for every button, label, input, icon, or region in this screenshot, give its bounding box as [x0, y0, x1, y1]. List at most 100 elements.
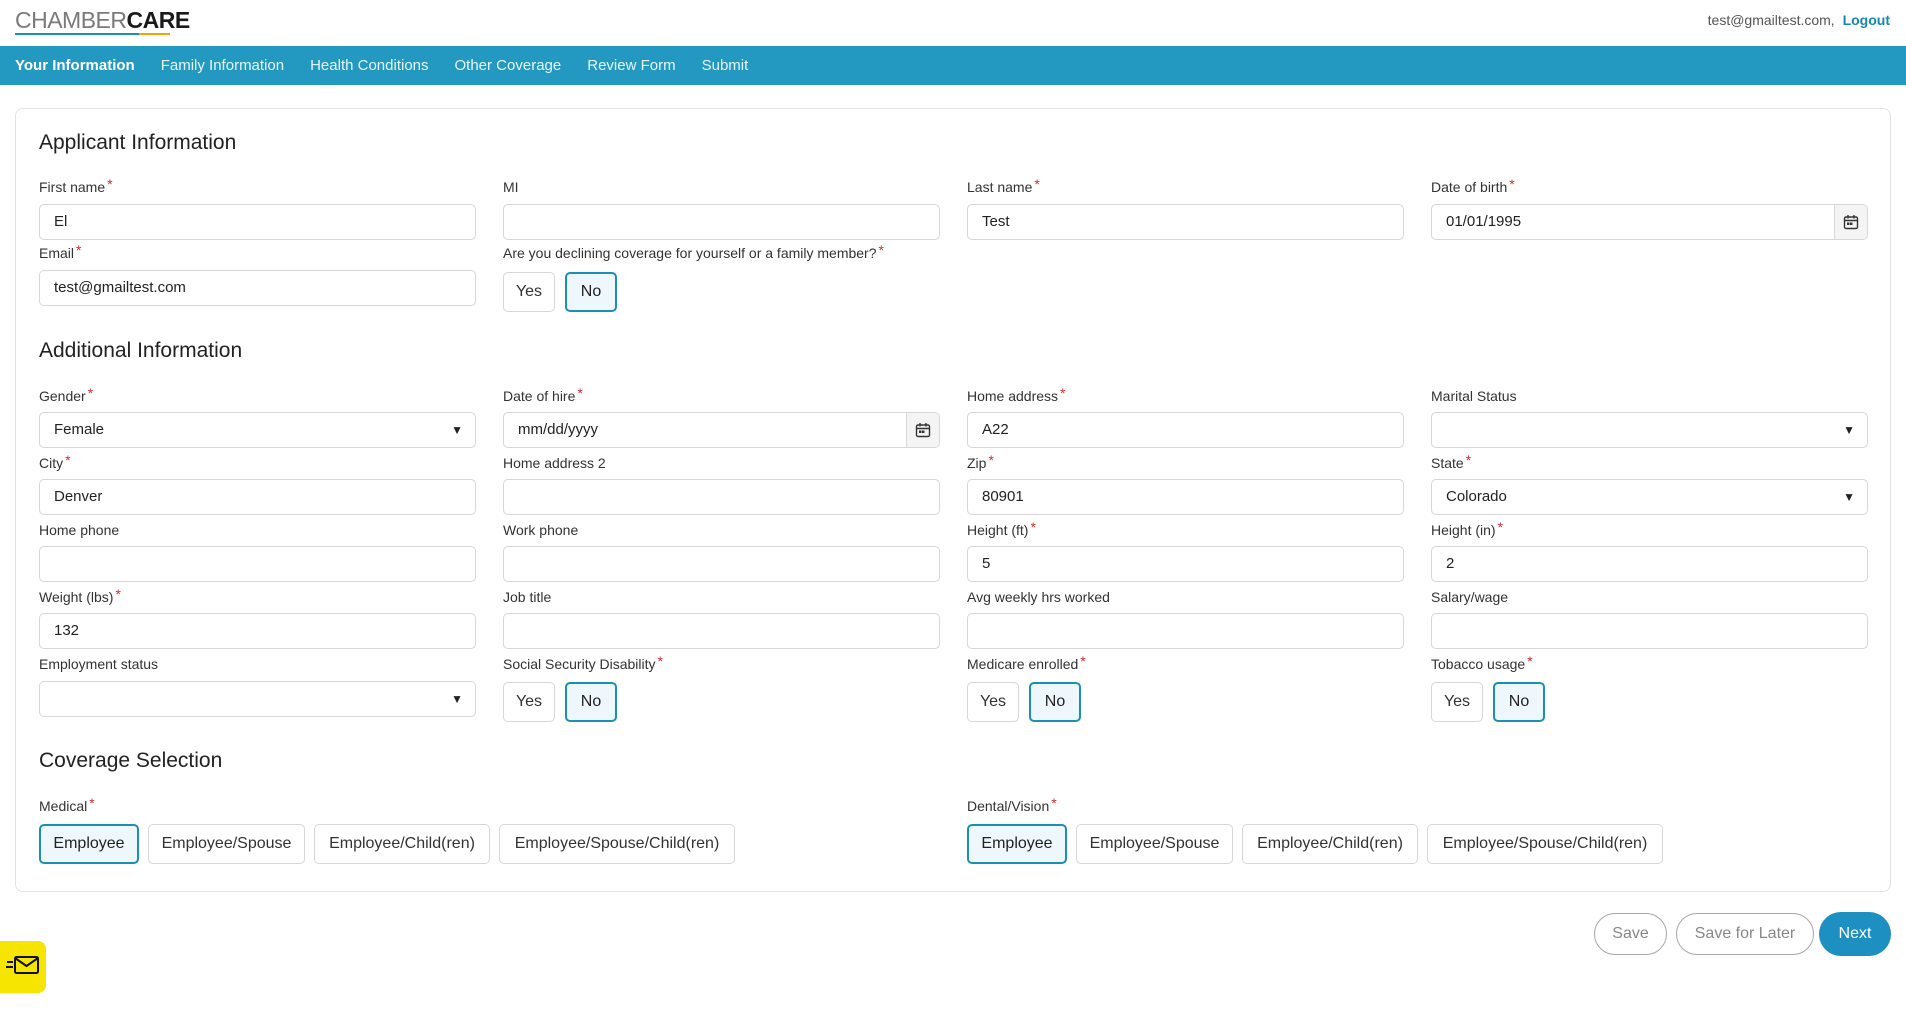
tobacco-no-button[interactable]: No: [1493, 682, 1545, 722]
salary-input[interactable]: [1431, 613, 1868, 649]
work-phone-label: Work phone: [503, 522, 579, 538]
required-mark: *: [115, 586, 121, 602]
required-mark: *: [657, 653, 663, 669]
date-of-hire-label-text: Date of hire: [503, 388, 576, 404]
tab-submit[interactable]: Submit: [702, 57, 749, 74]
height-ft-input[interactable]: 5: [967, 546, 1404, 582]
required-mark: *: [878, 242, 884, 258]
home-address-2-input[interactable]: [503, 479, 940, 515]
tab-family-information[interactable]: Family Information: [161, 57, 284, 74]
dental-option-employee-children[interactable]: Employee/Child(ren): [1242, 824, 1418, 864]
zip-label: Zip *: [967, 452, 994, 471]
date-of-hire-label: Date of hire *: [503, 385, 583, 404]
required-mark: *: [1497, 519, 1504, 535]
calendar-icon[interactable]: [906, 413, 939, 447]
state-label-text: State: [1431, 455, 1464, 471]
tab-other-coverage[interactable]: Other Coverage: [455, 57, 562, 74]
job-title-input[interactable]: [503, 613, 940, 649]
last-name-value: Test: [982, 213, 1010, 230]
marital-status-label: Marital Status: [1431, 388, 1517, 404]
weight-label-text: Weight (lbs): [39, 589, 114, 605]
employment-status-select[interactable]: ▼: [39, 681, 476, 717]
required-mark: *: [107, 176, 113, 192]
required-mark: *: [1051, 795, 1057, 811]
home-phone-input[interactable]: [39, 546, 476, 582]
date-of-hire-input[interactable]: mm/dd/yyyy: [503, 412, 940, 448]
required-mark: *: [87, 385, 94, 401]
home-address-value: A22: [982, 421, 1009, 438]
city-input[interactable]: Denver: [39, 479, 476, 515]
medicare-label: Medicare enrolled *: [967, 653, 1086, 672]
chambercare-logo[interactable]: CHAMBERCARE: [15, 6, 191, 35]
feedback-widget[interactable]: [0, 941, 46, 993]
zip-input[interactable]: 80901: [967, 479, 1404, 515]
required-mark: *: [1465, 452, 1472, 468]
email-input[interactable]: test@gmailtest.com: [39, 270, 476, 306]
last-name-label-text: Last name: [967, 179, 1033, 195]
gender-label-text: Gender: [39, 388, 86, 404]
logo-text-care: CARE: [126, 7, 191, 33]
email-label: Email *: [39, 242, 81, 261]
weight-label: Weight (lbs) *: [39, 586, 121, 605]
chevron-down-icon: ▼: [451, 692, 463, 706]
dental-option-employee[interactable]: Employee: [967, 824, 1067, 864]
medical-option-employee-spouse-children[interactable]: Employee/Spouse/Child(ren): [499, 824, 735, 864]
weight-value: 132: [54, 622, 80, 639]
marital-status-select[interactable]: ▼: [1431, 412, 1868, 448]
city-label: City *: [39, 452, 71, 471]
declining-yes-button[interactable]: Yes: [503, 272, 555, 312]
calendar-icon[interactable]: [1834, 205, 1867, 239]
required-mark: *: [1080, 653, 1086, 669]
required-mark: *: [1060, 385, 1066, 401]
dob-input[interactable]: 01/01/1995: [1431, 204, 1868, 240]
logout-link[interactable]: Logout: [1843, 12, 1890, 28]
height-ft-value: 5: [982, 555, 991, 572]
state-value: Colorado: [1446, 488, 1507, 505]
chevron-down-icon: ▼: [451, 423, 463, 437]
mi-input[interactable]: [503, 204, 940, 240]
weight-input[interactable]: 132: [39, 613, 476, 649]
dental-option-employee-spouse[interactable]: Employee/Spouse: [1076, 824, 1233, 864]
declining-no-button[interactable]: No: [565, 272, 617, 312]
state-select[interactable]: Colorado ▼: [1431, 479, 1868, 515]
save-button[interactable]: Save: [1594, 913, 1667, 955]
tobacco-yes-button[interactable]: Yes: [1431, 682, 1483, 722]
date-of-hire-placeholder: mm/dd/yyyy: [518, 421, 599, 438]
home-address-label: Home address *: [967, 385, 1066, 404]
gender-value: Female: [54, 421, 105, 438]
tab-your-information[interactable]: Your Information: [15, 57, 135, 74]
height-in-input[interactable]: 2: [1431, 546, 1868, 582]
email-value: test@gmailtest.com: [54, 279, 186, 296]
first-name-label: First name *: [39, 176, 113, 195]
ssd-no-button[interactable]: No: [565, 682, 617, 722]
height-ft-label-text: Height (ft): [967, 522, 1029, 538]
medical-label: Medical *: [39, 795, 95, 814]
home-phone-label: Home phone: [39, 522, 120, 538]
additional-section-title: Additional Information: [39, 339, 243, 362]
dob-label-text: Date of birth: [1431, 179, 1508, 195]
ssd-yes-button[interactable]: Yes: [503, 682, 555, 722]
first-name-value: El: [54, 213, 68, 230]
ssd-label: Social Security Disability *: [503, 653, 663, 672]
medical-option-employee-children[interactable]: Employee/Child(ren): [314, 824, 490, 864]
tab-review-form[interactable]: Review Form: [587, 57, 675, 74]
employment-status-label: Employment status: [39, 656, 159, 672]
coverage-section-title: Coverage Selection: [39, 749, 223, 772]
dental-option-employee-spouse-children[interactable]: Employee/Spouse/Child(ren): [1427, 824, 1663, 864]
first-name-input[interactable]: El: [39, 204, 476, 240]
medicare-no-button[interactable]: No: [1029, 682, 1081, 722]
gender-label: Gender *: [39, 385, 94, 404]
tab-health-conditions[interactable]: Health Conditions: [310, 57, 428, 74]
height-ft-label: Height (ft) *: [967, 519, 1036, 538]
work-phone-input[interactable]: [503, 546, 940, 582]
last-name-input[interactable]: Test: [967, 204, 1404, 240]
medical-option-employee[interactable]: Employee: [39, 824, 139, 864]
avg-hours-input[interactable]: [967, 613, 1404, 649]
gender-select[interactable]: Female ▼: [39, 412, 476, 448]
job-title-label: Job title: [503, 589, 552, 605]
medicare-yes-button[interactable]: Yes: [967, 682, 1019, 722]
medical-option-employee-spouse[interactable]: Employee/Spouse: [148, 824, 305, 864]
save-for-later-button[interactable]: Save for Later: [1676, 913, 1814, 955]
home-address-input[interactable]: A22: [967, 412, 1404, 448]
next-button[interactable]: Next: [1819, 912, 1891, 956]
